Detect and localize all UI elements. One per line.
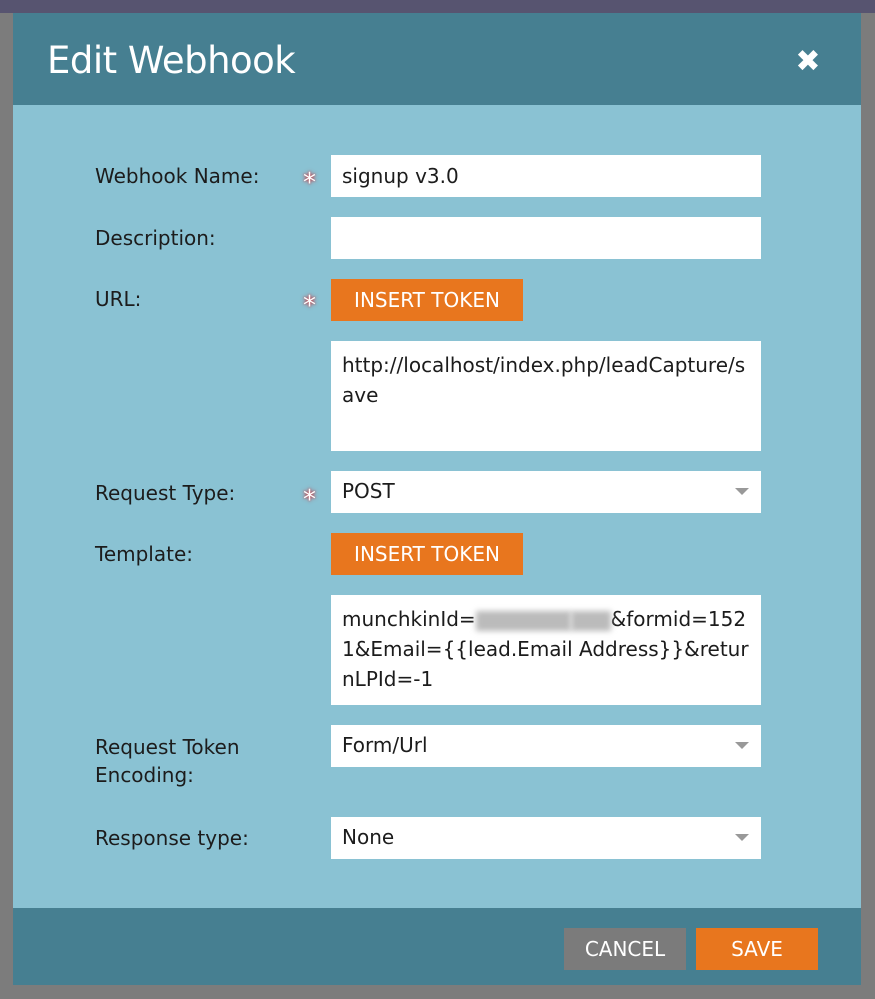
webhook-name-input[interactable]: [331, 155, 761, 197]
chevron-down-icon: [735, 488, 749, 495]
encoding-value: Form/Url: [342, 733, 428, 757]
redacted-value: [475, 610, 571, 631]
request-type-label: Request Type:: [95, 481, 236, 505]
required-icon: *: [303, 168, 316, 198]
request-token-encoding-select[interactable]: Form/Url: [331, 725, 761, 767]
cancel-button[interactable]: CANCEL: [564, 928, 686, 970]
template-text: munchkinId=: [342, 607, 476, 631]
chevron-down-icon: [735, 742, 749, 749]
redacted-value: [570, 610, 611, 631]
close-icon[interactable]: ✖: [793, 47, 823, 77]
description-input[interactable]: [331, 217, 761, 259]
response-type-label: Response type:: [95, 826, 249, 850]
description-label: Description:: [95, 226, 216, 250]
url-label: URL:: [95, 287, 142, 311]
url-insert-token-button[interactable]: INSERT TOKEN: [331, 279, 523, 321]
dialog-title: Edit Webhook: [47, 39, 296, 82]
template-insert-token-button[interactable]: INSERT TOKEN: [331, 533, 523, 575]
request-type-value: POST: [342, 479, 395, 503]
response-type-value: None: [342, 825, 395, 849]
required-icon: *: [303, 291, 316, 321]
required-icon: *: [303, 485, 316, 515]
chevron-down-icon: [735, 834, 749, 841]
request-type-select[interactable]: POST: [331, 471, 761, 513]
template-label: Template:: [95, 542, 193, 566]
url-textarea[interactable]: http://localhost/index.php/leadCapture/s…: [331, 341, 761, 451]
save-button[interactable]: SAVE: [696, 928, 818, 970]
dialog-header: Edit Webhook ✖: [13, 13, 861, 105]
dialog-footer: CANCEL SAVE: [13, 908, 861, 985]
request-token-encoding-label: Request Token Encoding:: [95, 735, 240, 787]
response-type-select[interactable]: None: [331, 817, 761, 859]
background-top-bar: [0, 0, 875, 13]
webhook-name-label: Webhook Name:: [95, 164, 260, 188]
edit-webhook-dialog: Edit Webhook ✖ Webhook Name: * Descripti…: [13, 13, 861, 985]
template-textarea[interactable]: munchkinId= &formid=1521&Email={{lead.Ema…: [331, 595, 761, 705]
